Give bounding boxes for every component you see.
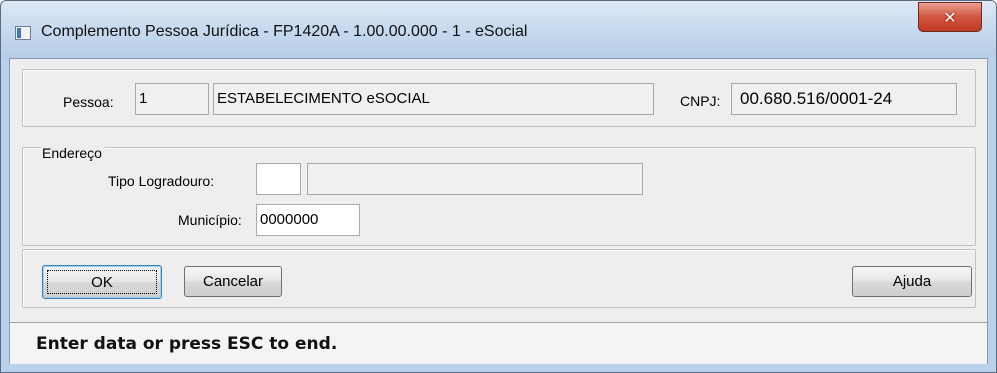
pessoa-code-field: 1 xyxy=(135,83,209,115)
title-bar[interactable]: Complemento Pessoa Jurídica - FP1420A - … xyxy=(1,1,996,58)
window-app-icon xyxy=(15,26,31,40)
municipio-input[interactable]: 0000000 xyxy=(256,204,360,236)
tipo-logradouro-desc-field xyxy=(307,163,643,195)
status-message: Enter data or press ESC to end. xyxy=(36,334,338,354)
pessoa-label: Pessoa: xyxy=(63,94,114,110)
window-title: Complemento Pessoa Jurídica - FP1420A - … xyxy=(41,23,528,40)
close-button[interactable]: ✕ xyxy=(918,2,982,32)
tipo-logradouro-code-input[interactable] xyxy=(256,163,301,195)
ok-button[interactable]: OK xyxy=(42,265,162,299)
cancel-button[interactable]: Cancelar xyxy=(184,266,282,297)
tipo-logradouro-label: Tipo Logradouro: xyxy=(108,173,215,189)
status-bar: Enter data or press ESC to end. xyxy=(10,322,987,364)
dialog-window: Complemento Pessoa Jurídica - FP1420A - … xyxy=(0,0,997,373)
endereco-group xyxy=(22,147,976,246)
help-button-label: Ajuda xyxy=(892,273,932,290)
buttons-group xyxy=(22,249,976,308)
endereco-legend: Endereço xyxy=(41,145,105,161)
dialog-client-area: Pessoa: 1 ESTABELECIMENTO eSOCIAL CNPJ: … xyxy=(9,58,988,364)
municipio-label: Município: xyxy=(178,212,242,228)
cancel-button-label: Cancelar xyxy=(202,273,264,290)
pessoa-name-field: ESTABELECIMENTO eSOCIAL xyxy=(213,83,654,115)
help-button[interactable]: Ajuda xyxy=(852,266,972,297)
close-x-icon: ✕ xyxy=(943,7,957,27)
focus-rect xyxy=(47,270,157,294)
cnpj-field: 00.680.516/0001-24 xyxy=(731,83,957,115)
cnpj-label: CNPJ: xyxy=(680,93,721,109)
